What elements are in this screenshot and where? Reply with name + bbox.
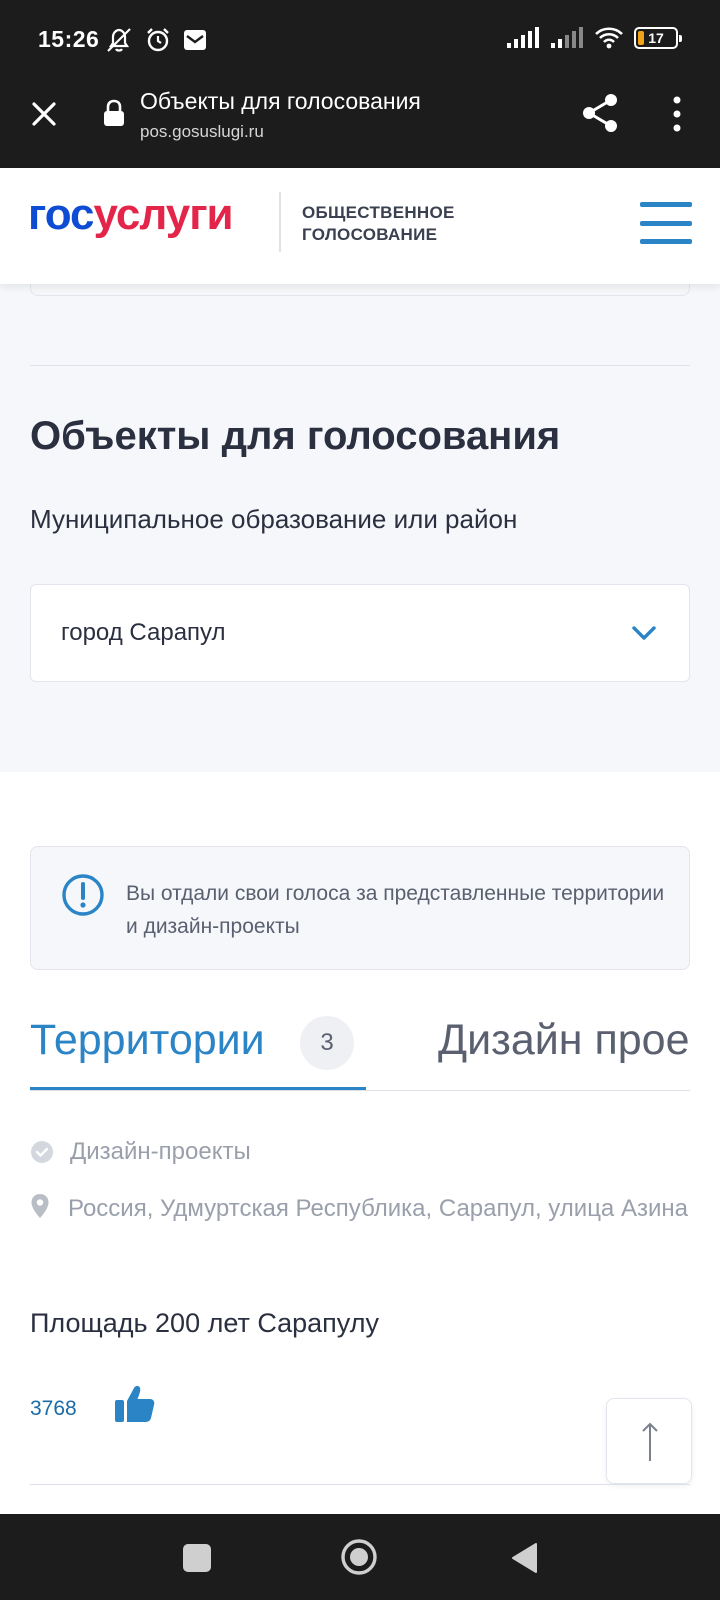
filter-section: Объекты для голосования Муниципальное об… [0, 274, 720, 772]
status-icons-right: 17 [506, 26, 682, 50]
page-title[interactable]: Объекты для голосования [140, 88, 421, 115]
municipality-select[interactable]: город Сарапул [30, 584, 690, 682]
tabs: Территории 3 Дизайн проекты [0, 1000, 720, 1092]
item-category-label: Дизайн-проекты [70, 1138, 251, 1165]
tab-active-indicator [30, 1087, 366, 1090]
gosuslugi-logo[interactable]: госуслуги [28, 190, 234, 240]
close-icon[interactable] [26, 96, 62, 132]
battery-icon: 17 [634, 27, 682, 49]
status-time: 15:26 [38, 26, 100, 52]
browser-toolbar: Объекты для голосования pos.gosuslugi.ru [0, 80, 720, 168]
status-bar: 15:26 17 [0, 0, 720, 80]
tab-territories-count: 3 [300, 1016, 354, 1070]
logo-part-uslugi: услуги [93, 190, 234, 239]
logo-subtitle-line1: ОБЩЕСТВЕННОЕ [302, 203, 455, 222]
chevron-down-icon [632, 626, 656, 640]
notice-text: Вы отдали свои голоса за представленные … [126, 882, 665, 938]
page-url[interactable]: pos.gosuslugi.ru [140, 122, 264, 142]
item-address: Россия, Удмуртская Республика, Сарапул, … [68, 1195, 688, 1222]
alarm-icon [147, 28, 169, 52]
site-header: госуслуги ОБЩЕСТВЕННОЕ ГОЛОСОВАНИЕ [0, 168, 720, 284]
check-circle-icon [31, 1141, 53, 1163]
battery-level: 17 [648, 30, 664, 46]
arrow-up-icon [642, 1422, 658, 1461]
home-button[interactable] [340, 1538, 378, 1576]
info-icon [62, 874, 104, 916]
tab-territories-label: Территории [30, 1016, 265, 1064]
system-nav-bar [0, 1514, 720, 1600]
signal-icon [507, 27, 539, 48]
wifi-icon [595, 27, 623, 49]
more-menu-icon[interactable] [662, 94, 692, 134]
tabs-divider [30, 1090, 690, 1091]
signal-weak-icon [551, 27, 583, 48]
item-divider [30, 1484, 690, 1485]
logo-divider [279, 192, 281, 252]
lock-icon[interactable] [102, 98, 126, 128]
item-category: Дизайн-проекты [30, 1138, 251, 1166]
filter-label: Муниципальное образование или район [30, 504, 518, 534]
vote-notice: Вы отдали свои голоса за представленные … [30, 846, 690, 970]
tab-design-projects[interactable]: Дизайн проекты [438, 1016, 720, 1065]
logo-subtitle: ОБЩЕСТВЕННОЕ ГОЛОСОВАНИЕ [302, 202, 455, 246]
section-title: Объекты для голосования [30, 414, 561, 458]
municipality-select-value: город Сарапул [61, 619, 226, 646]
logo-subtitle-line2: ГОЛОСОВАНИЕ [302, 225, 438, 244]
back-button[interactable] [510, 1542, 538, 1574]
item-title[interactable]: Площадь 200 лет Сарапулу [30, 1308, 379, 1339]
scroll-to-top-button[interactable] [606, 1398, 692, 1484]
hamburger-menu-icon[interactable] [640, 202, 692, 244]
notifications-muted-icon [107, 28, 131, 52]
mail-icon [184, 30, 206, 50]
logo-part-gos: гос [28, 190, 95, 239]
status-icons-left [104, 26, 208, 54]
recents-button[interactable] [183, 1544, 211, 1572]
share-icon[interactable] [580, 92, 620, 134]
thumbs-up-icon[interactable] [114, 1384, 156, 1424]
item-vote-count: 3768 [30, 1397, 77, 1420]
section-divider [30, 365, 690, 366]
